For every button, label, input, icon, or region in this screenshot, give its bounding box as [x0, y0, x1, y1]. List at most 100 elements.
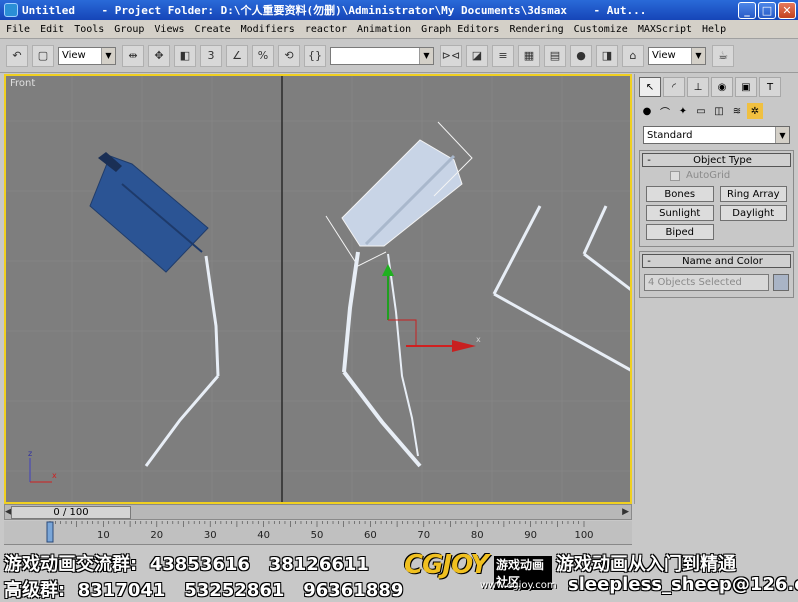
reference-coord-select[interactable]: View ▼: [58, 46, 116, 65]
menu-rendering[interactable]: Rendering: [509, 24, 563, 35]
helpers-icon[interactable]: ◫: [711, 103, 727, 119]
named-selection-icon[interactable]: {}: [304, 44, 326, 67]
window-title: Untitled - Project Folder: D:\个人重要资料(勿删)…: [22, 4, 647, 17]
schematic-icon[interactable]: ▤: [544, 44, 566, 67]
menu-file[interactable]: File: [6, 24, 30, 35]
current-frame-marker[interactable]: [46, 521, 54, 543]
menu-maxscript[interactable]: MAXScript: [638, 24, 692, 35]
menu-help[interactable]: Help: [702, 24, 726, 35]
biped-right[interactable]: [325, 121, 473, 468]
systems-icon[interactable]: ✲: [747, 103, 763, 119]
scale-icon[interactable]: ◧: [174, 44, 196, 67]
object-type-rollout: - Object Type AutoGrid Bones Ring Array …: [639, 150, 794, 247]
menu-edit[interactable]: Edit: [40, 24, 64, 35]
spacewarps-icon[interactable]: ≋: [729, 103, 745, 119]
menu-tools[interactable]: Tools: [74, 24, 104, 35]
object-color-swatch[interactable]: [773, 274, 789, 291]
create-tab-icon[interactable]: ↖: [639, 77, 661, 97]
render-icon[interactable]: ⌂: [622, 44, 644, 67]
time-slider-knob[interactable]: 0 / 100: [11, 506, 131, 519]
main-toolbar: ↶ ▢ View ▼ ⇹ ✥ ◧ 3 ∠ % ⟲ {} ▼ ⊳⊲ ◪ ≡ ▦ ▤ …: [0, 39, 798, 73]
viewport-label[interactable]: Front: [10, 78, 35, 89]
biped-button[interactable]: Biped: [646, 224, 714, 240]
material-editor-icon[interactable]: ●: [570, 44, 592, 67]
menu-group[interactable]: Group: [114, 24, 144, 35]
command-panel-tabs: ↖ ◜ ⊥ ◉ ▣ T: [635, 74, 798, 100]
menu-customize[interactable]: Customize: [574, 24, 628, 35]
object-type-header[interactable]: - Object Type: [642, 153, 791, 167]
angle-snap-icon[interactable]: ∠: [226, 44, 248, 67]
chevron-down-icon: ▼: [101, 47, 115, 64]
trackbar-label: 50: [311, 530, 324, 541]
axis-tripod-icon: z x: [28, 449, 57, 483]
minimize-button[interactable]: _: [738, 1, 756, 19]
menu-modifiers[interactable]: Modifiers: [241, 24, 295, 35]
align-icon[interactable]: ◪: [466, 44, 488, 67]
track-bar[interactable]: 0102030405060708090100: [4, 521, 632, 545]
utilities-tab-icon[interactable]: T: [759, 77, 781, 97]
front-viewport[interactable]: x z x Front: [4, 74, 632, 504]
title-bar: Untitled - Project Folder: D:\个人重要资料(勿删)…: [0, 0, 798, 20]
menu-reactor[interactable]: reactor: [305, 24, 347, 35]
snap-3d-icon[interactable]: 3: [200, 44, 222, 67]
bones-button[interactable]: Bones: [646, 186, 714, 202]
time-slider-next-icon[interactable]: ▶: [622, 507, 629, 517]
undo-icon[interactable]: ↶: [6, 44, 28, 67]
status-bar: [0, 546, 798, 600]
chevron-down-icon: ▼: [775, 127, 789, 143]
biped-far-right[interactable]: [492, 205, 632, 372]
svg-text:z: z: [28, 449, 32, 458]
daylight-button[interactable]: Daylight: [719, 205, 787, 221]
shapes-icon[interactable]: ⌒: [657, 103, 673, 119]
curve-editor-icon[interactable]: ▦: [518, 44, 540, 67]
menu-animation[interactable]: Animation: [357, 24, 411, 35]
modify-tab-icon[interactable]: ◜: [663, 77, 685, 97]
teapot-render-icon[interactable]: ☕: [712, 44, 734, 67]
spinner-snap-icon[interactable]: ⟲: [278, 44, 300, 67]
time-slider[interactable]: ◀ 0 / 100 ▶: [4, 504, 632, 520]
named-selection-select[interactable]: ▼: [330, 46, 434, 65]
move-icon[interactable]: ✥: [148, 44, 170, 67]
percent-snap-icon[interactable]: %: [252, 44, 274, 67]
menu-graph-editors[interactable]: Graph Editors: [421, 24, 499, 35]
sunlight-button[interactable]: Sunlight: [646, 205, 714, 221]
menu-views[interactable]: Views: [154, 24, 184, 35]
render-setup-icon[interactable]: ◨: [596, 44, 618, 67]
viewport-scene: x z x: [6, 76, 632, 502]
trackbar-label: 70: [417, 530, 430, 541]
chevron-down-icon: ▼: [419, 47, 433, 64]
maximize-button[interactable]: □: [758, 1, 776, 19]
layer-icon[interactable]: ≡: [492, 44, 514, 67]
biped-left[interactable]: [89, 152, 220, 467]
render-view-select[interactable]: View ▼: [648, 46, 706, 65]
name-color-header[interactable]: - Name and Color: [642, 254, 791, 268]
trackbar-label: 30: [204, 530, 217, 541]
menu-bar: File Edit Tools Group Views Create Modif…: [0, 20, 798, 39]
motion-tab-icon[interactable]: ◉: [711, 77, 733, 97]
trackbar-label: 90: [524, 530, 537, 541]
select-region-icon[interactable]: ▢: [32, 44, 54, 67]
autogrid-checkbox[interactable]: AutoGrid: [640, 170, 793, 181]
geometry-icon[interactable]: ●: [639, 103, 655, 119]
lights-icon[interactable]: ✦: [675, 103, 691, 119]
transform-gizmo[interactable]: x: [382, 264, 481, 352]
close-button[interactable]: ✕: [778, 1, 796, 19]
object-type-buttons: Bones Ring Array Sunlight Daylight Biped: [640, 184, 793, 246]
cameras-icon[interactable]: ▭: [693, 103, 709, 119]
category-dropdown[interactable]: Standard ▼: [643, 126, 790, 144]
hierarchy-tab-icon[interactable]: ⊥: [687, 77, 709, 97]
menu-create[interactable]: Create: [195, 24, 231, 35]
trackbar-label: 100: [574, 530, 593, 541]
mirror-icon[interactable]: ⊳⊲: [440, 44, 462, 67]
ring-array-button[interactable]: Ring Array: [719, 186, 787, 202]
object-name-field[interactable]: 4 Objects Selected: [644, 274, 769, 291]
trackbar-label: 10: [97, 530, 110, 541]
pivot-icon[interactable]: ⇹: [122, 44, 144, 67]
display-tab-icon[interactable]: ▣: [735, 77, 757, 97]
trackbar-ruler: 0102030405060708090100: [46, 521, 594, 543]
trackbar-label: 80: [471, 530, 484, 541]
viewport-grid: [6, 76, 630, 502]
app-icon: [4, 3, 18, 17]
create-categories: ● ⌒ ✦ ▭ ◫ ≋ ✲: [635, 100, 798, 122]
trackbar-label: 60: [364, 530, 377, 541]
